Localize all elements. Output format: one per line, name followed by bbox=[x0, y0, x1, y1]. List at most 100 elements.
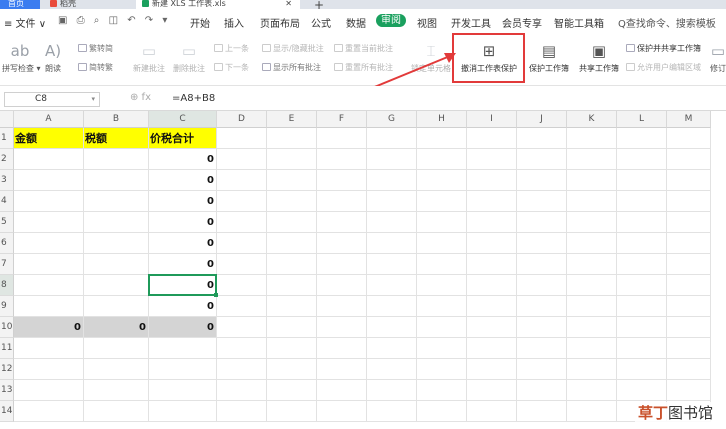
cell-c5[interactable]: 0 bbox=[149, 212, 217, 233]
column-header-g[interactable]: G bbox=[367, 111, 417, 128]
cell-m13[interactable] bbox=[667, 380, 711, 401]
cell-b9[interactable] bbox=[84, 296, 149, 317]
cell-b7[interactable] bbox=[84, 254, 149, 275]
cell-h1[interactable] bbox=[417, 128, 467, 149]
column-header-d[interactable]: D bbox=[217, 111, 267, 128]
cell-c10[interactable]: 0 bbox=[149, 317, 217, 338]
column-header-j[interactable]: J bbox=[517, 111, 567, 128]
cell-d10[interactable] bbox=[217, 317, 267, 338]
cell-f1[interactable] bbox=[317, 128, 367, 149]
tab-workbook[interactable]: 新建 XLS 工作表.xls ✕ bbox=[136, 0, 300, 9]
cell-j6[interactable] bbox=[517, 233, 567, 254]
cell-d4[interactable] bbox=[217, 191, 267, 212]
cell-m5[interactable] bbox=[667, 212, 711, 233]
column-header-f[interactable]: F bbox=[317, 111, 367, 128]
cell-f10[interactable] bbox=[317, 317, 367, 338]
row-header-4[interactable]: 4 bbox=[0, 191, 14, 212]
cell-d2[interactable] bbox=[217, 149, 267, 170]
cell-h10[interactable] bbox=[417, 317, 467, 338]
row-header-8[interactable]: 8 bbox=[0, 275, 14, 296]
cell-g4[interactable] bbox=[367, 191, 417, 212]
cell-j13[interactable] bbox=[517, 380, 567, 401]
cell-b13[interactable] bbox=[84, 380, 149, 401]
cell-g12[interactable] bbox=[367, 359, 417, 380]
prev-comment-button[interactable]: 上一条 bbox=[214, 43, 249, 54]
cell-g1[interactable] bbox=[367, 128, 417, 149]
menu-member[interactable]: 会员专享 bbox=[502, 15, 542, 30]
cell-k14[interactable] bbox=[567, 401, 617, 422]
cell-c4[interactable]: 0 bbox=[149, 191, 217, 212]
cell-i4[interactable] bbox=[467, 191, 517, 212]
cell-h7[interactable] bbox=[417, 254, 467, 275]
read-aloud-button[interactable]: A) 朗读 bbox=[40, 42, 66, 74]
next-comment-button[interactable]: 下一条 bbox=[214, 62, 249, 73]
cell-k2[interactable] bbox=[567, 149, 617, 170]
cell-j3[interactable] bbox=[517, 170, 567, 191]
menu-data[interactable]: 数据 bbox=[346, 15, 366, 30]
column-header-l[interactable]: L bbox=[617, 111, 667, 128]
cell-b6[interactable] bbox=[84, 233, 149, 254]
row-header-7[interactable]: 7 bbox=[0, 254, 14, 275]
cell-e7[interactable] bbox=[267, 254, 317, 275]
cell-g7[interactable] bbox=[367, 254, 417, 275]
cell-d7[interactable] bbox=[217, 254, 267, 275]
cell-h8[interactable] bbox=[417, 275, 467, 296]
cell-a12[interactable] bbox=[14, 359, 84, 380]
cell-i5[interactable] bbox=[467, 212, 517, 233]
cell-i11[interactable] bbox=[467, 338, 517, 359]
cell-j7[interactable] bbox=[517, 254, 567, 275]
cell-m2[interactable] bbox=[667, 149, 711, 170]
row-header-13[interactable]: 13 bbox=[0, 380, 14, 401]
tab-docer[interactable]: 稻壳 bbox=[44, 0, 128, 9]
cell-e1[interactable] bbox=[267, 128, 317, 149]
cell-k1[interactable] bbox=[567, 128, 617, 149]
cell-h11[interactable] bbox=[417, 338, 467, 359]
file-menu[interactable]: ≡ 文件 ∨ bbox=[4, 15, 46, 30]
cell-j4[interactable] bbox=[517, 191, 567, 212]
cell-k6[interactable] bbox=[567, 233, 617, 254]
cell-h5[interactable] bbox=[417, 212, 467, 233]
cell-b11[interactable] bbox=[84, 338, 149, 359]
share-workbook-button[interactable]: ▣ 共享工作簿 bbox=[576, 42, 622, 74]
cell-k4[interactable] bbox=[567, 191, 617, 212]
cell-k11[interactable] bbox=[567, 338, 617, 359]
cell-l2[interactable] bbox=[617, 149, 667, 170]
close-tab-icon[interactable]: ✕ bbox=[285, 0, 292, 8]
tab-home[interactable]: 首页 bbox=[0, 0, 40, 9]
cell-h13[interactable] bbox=[417, 380, 467, 401]
show-all-comments-button[interactable]: 显示所有批注 bbox=[262, 62, 321, 73]
cell-b1[interactable]: 税额 bbox=[84, 128, 149, 149]
cell-g9[interactable] bbox=[367, 296, 417, 317]
cell-m12[interactable] bbox=[667, 359, 711, 380]
menu-formula[interactable]: 公式 bbox=[311, 15, 331, 30]
cell-l1[interactable] bbox=[617, 128, 667, 149]
cell-d14[interactable] bbox=[217, 401, 267, 422]
column-header-h[interactable]: H bbox=[417, 111, 467, 128]
cell-e14[interactable] bbox=[267, 401, 317, 422]
cell-i12[interactable] bbox=[467, 359, 517, 380]
cell-j2[interactable] bbox=[517, 149, 567, 170]
cell-c6[interactable]: 0 bbox=[149, 233, 217, 254]
cell-g11[interactable] bbox=[367, 338, 417, 359]
column-header-c[interactable]: C bbox=[149, 111, 217, 128]
cell-c3[interactable]: 0 bbox=[149, 170, 217, 191]
cell-c11[interactable] bbox=[149, 338, 217, 359]
cell-j9[interactable] bbox=[517, 296, 567, 317]
cell-i1[interactable] bbox=[467, 128, 517, 149]
cell-g6[interactable] bbox=[367, 233, 417, 254]
new-tab-button[interactable]: + bbox=[314, 0, 324, 9]
cell-l12[interactable] bbox=[617, 359, 667, 380]
cell-f4[interactable] bbox=[317, 191, 367, 212]
cell-a8[interactable] bbox=[14, 275, 84, 296]
cell-f8[interactable] bbox=[317, 275, 367, 296]
cell-g3[interactable] bbox=[367, 170, 417, 191]
simp-to-trad-button[interactable]: 简转繁 bbox=[78, 62, 113, 73]
cell-g10[interactable] bbox=[367, 317, 417, 338]
cell-j14[interactable] bbox=[517, 401, 567, 422]
cell-d1[interactable] bbox=[217, 128, 267, 149]
cell-l11[interactable] bbox=[617, 338, 667, 359]
cell-l9[interactable] bbox=[617, 296, 667, 317]
cell-b14[interactable] bbox=[84, 401, 149, 422]
cell-e6[interactable] bbox=[267, 233, 317, 254]
cell-k3[interactable] bbox=[567, 170, 617, 191]
